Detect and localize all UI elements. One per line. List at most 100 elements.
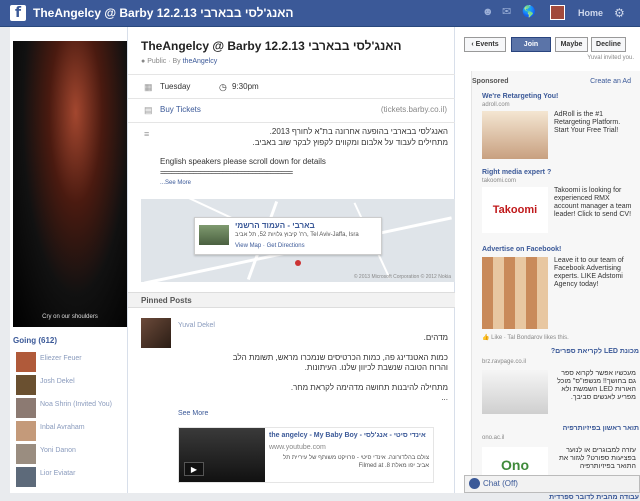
post-line: ... (441, 393, 448, 402)
poster-caption: Cry on our shoulders (42, 314, 98, 320)
ad-title[interactable]: עבודה מהבית לדובר ספרדית (482, 494, 639, 501)
ad-image[interactable] (482, 370, 548, 414)
gear-icon[interactable]: ⚙ (614, 6, 625, 20)
post-line: כמות האטנדינג פה, כמות הכרטיסים שנמכרו מ… (232, 353, 448, 362)
time-row: ▦ Tuesday ◷ 9:30pm (128, 74, 455, 98)
ad-url: brz.ravpage.co.il (482, 359, 527, 365)
person-name[interactable]: Noa Shrin (Invited You) (40, 400, 125, 409)
venue-name[interactable]: בארבי - העמוד הרשמי (235, 221, 315, 230)
going-person[interactable]: Yoni Danon (16, 444, 126, 464)
going-person[interactable]: Lior Eviatar (16, 467, 126, 487)
ad-image[interactable] (482, 111, 548, 159)
facebook-logo[interactable]: f (10, 5, 26, 21)
maybe-button[interactable]: Maybe (555, 37, 588, 52)
takoomi-logo[interactable]: Takoomi (482, 187, 548, 233)
event-map[interactable]: בארבי - העמוד הרשמי רח' קיבוץ גלויות 52,… (141, 199, 455, 282)
friend-requests-icon[interactable]: ☻ (482, 6, 494, 18)
going-header[interactable]: Going (612) (13, 336, 57, 345)
avatar[interactable] (16, 375, 36, 395)
ad-title[interactable]: We're Retargeting You! (482, 93, 558, 100)
video-thumbnail[interactable]: ▶ (179, 428, 265, 482)
ad-text: עזרה למבוגרים או לנוער בפציעות ספורט? לג… (558, 447, 636, 470)
going-person[interactable]: Eliezer Feuer (16, 352, 126, 372)
venue-thumbnail[interactable] (199, 225, 229, 245)
ad-url: adroll.com (482, 102, 510, 108)
post-line: מדהים. (423, 333, 448, 342)
events-button[interactable]: ‹ Events (464, 37, 506, 52)
left-column: Cry on our shoulders Going (612) Eliezer… (10, 27, 128, 493)
messages-icon[interactable]: ✉ (502, 6, 514, 18)
desc-line: האנג'לסי בבארבי בהופעה אחרונה בת"א לחורף… (269, 127, 448, 136)
avatar[interactable] (16, 352, 36, 372)
post-author[interactable]: Yuval Dekel (178, 322, 215, 329)
ad-text: Leave it to our team of Facebook Adverti… (554, 257, 624, 288)
divider (128, 122, 455, 123)
map-copyright: © 2013 Microsoft Corporation © 2012 Noki… (353, 274, 451, 280)
join-button[interactable]: Join (511, 37, 551, 52)
event-time: 9:30pm (232, 82, 259, 91)
decline-button[interactable]: Decline (591, 37, 626, 52)
pinned-posts-header: Pinned Posts (128, 292, 455, 308)
sponsored-header: Sponsored (472, 78, 509, 85)
jewel-icons: ☻ ✉ 🌎 (482, 6, 536, 18)
going-person[interactable]: Inbal Avraham (16, 421, 126, 441)
see-more-link[interactable]: ...See More (160, 178, 448, 189)
person-name[interactable]: Yoni Danon (40, 446, 125, 455)
post-line: מתחילה להיבנות תחושה מדהימה לקראת מחר. (290, 383, 448, 392)
ad-title[interactable]: Advertise on Facebook! (482, 246, 561, 253)
invited-text: Yuval invited you. (587, 55, 634, 61)
page: Cry on our shoulders Going (612) Eliezer… (10, 27, 640, 501)
chat-bar[interactable]: Chat (Off) (464, 475, 640, 493)
calendar-icon: ▦ (144, 82, 153, 92)
clock-icon: ◷ (219, 82, 227, 92)
ad-text: מעכשיו אפשר לקרוא ספר גם בחושך!! מנשפו"ס… (557, 370, 636, 401)
like-text[interactable]: Like · Tal Bondarov likes this. (491, 335, 569, 341)
top-bar-title: TheAngelcy @ Barby 12.2.13 האנג'לסי בבאר… (33, 6, 294, 20)
right-column: ‹ Events Join Maybe Decline Yuval invite… (455, 27, 640, 501)
ad-image[interactable] (482, 257, 548, 329)
map-pin-icon (295, 260, 301, 266)
globe-icon: ● (141, 58, 146, 65)
play-icon[interactable]: ▶ (184, 462, 204, 476)
post-body: מדהים. כמות האטנדינג פה, כמות הכרטיסים ש… (178, 333, 448, 403)
ad-title[interactable]: תואר ראשון בפיזיותרפיה (482, 425, 639, 432)
host-link[interactable]: theAngelcy (183, 58, 218, 65)
tickets-row: ▤ Buy Tickets (tickets.barby.co.il) (128, 98, 455, 122)
person-name[interactable]: Inbal Avraham (40, 423, 125, 432)
desc-line: English speakers please scroll down for … (160, 157, 326, 166)
like-icon[interactable]: 👍 (482, 335, 489, 341)
avatar[interactable] (16, 398, 36, 418)
going-person[interactable]: Josh Dekel (16, 375, 126, 395)
event-day: Tuesday (160, 82, 191, 91)
video-attachment[interactable]: ▶ the angelcy - My Baby Boy - אינדי סיטי… (178, 427, 434, 483)
see-more-link[interactable]: See More (178, 410, 208, 417)
attachment-url: www.youtube.com (269, 444, 326, 451)
ad-text: Takoomi is looking for experienced RMX a… (554, 187, 632, 218)
avatar[interactable] (16, 444, 36, 464)
ad-title[interactable]: Right media expert ? (482, 169, 551, 176)
person-name[interactable]: Josh Dekel (40, 377, 125, 386)
create-ad-link[interactable]: Create an Ad (590, 78, 631, 85)
person-name[interactable]: Eliezer Feuer (40, 354, 125, 363)
ad-title[interactable]: מכונת LED לקריאת ספרים? (482, 348, 639, 355)
avatar[interactable] (16, 467, 36, 487)
chat-label[interactable]: Chat (Off) (483, 479, 518, 488)
attachment-description: צולם בהלדורונה. אינדי סיטי - פרויקט משות… (283, 455, 429, 469)
desc-line: ==================================== (160, 168, 293, 177)
home-link[interactable]: Home (578, 8, 603, 18)
privacy-label: Public · By (147, 58, 181, 65)
going-person[interactable]: Noa Shrin (Invited You) (16, 398, 126, 418)
avatar[interactable] (16, 421, 36, 441)
ticket-icon: ▤ (144, 105, 153, 115)
notifications-icon[interactable]: 🌎 (522, 6, 536, 18)
profile-avatar[interactable] (550, 5, 565, 20)
avatar[interactable] (141, 318, 171, 348)
buy-tickets-link[interactable]: Buy Tickets (160, 105, 201, 114)
attachment-title[interactable]: the angelcy - My Baby Boy - אינדי סיטי -… (269, 432, 426, 439)
post-line: והרוח הטובה שנשבת לכיוון שלנו. העיתונות. (304, 363, 448, 372)
event-poster[interactable]: Cry on our shoulders (13, 41, 127, 327)
venue-address: רח' קיבוץ גלויות 52, תל אביב, Tel Aviv-J… (235, 232, 359, 238)
map-links[interactable]: View Map · Get Directions (235, 243, 305, 249)
person-name[interactable]: Lior Eviatar (40, 469, 125, 478)
map-venue-card: בארבי - העמוד הרשמי רח' קיבוץ גלויות 52,… (194, 217, 382, 255)
